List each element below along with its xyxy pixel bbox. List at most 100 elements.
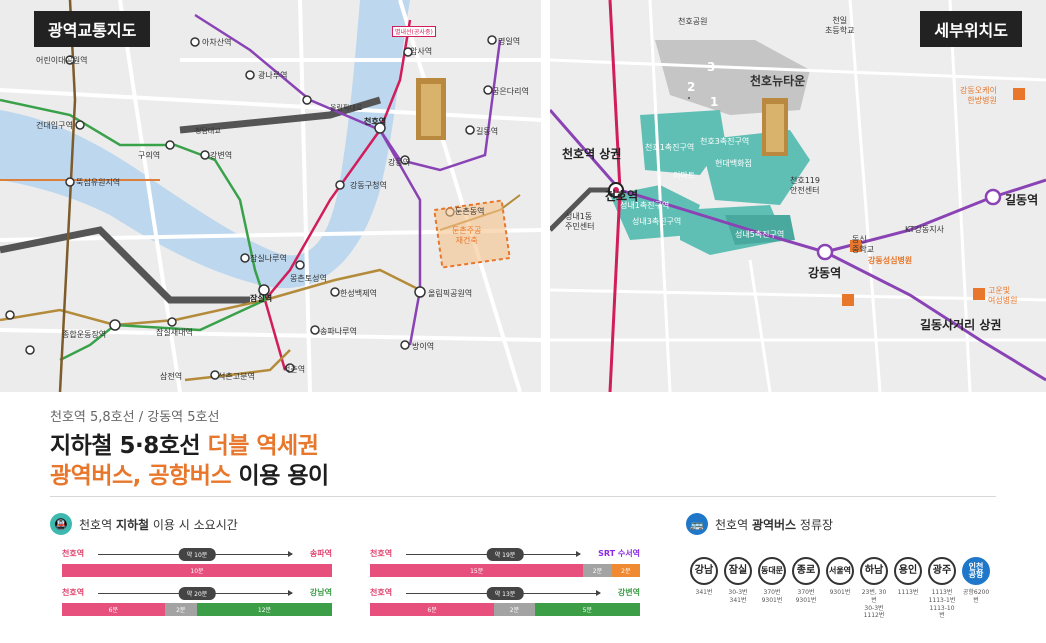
timebar-songpa: 천호역 약 10분 송파역 10분 bbox=[62, 548, 332, 577]
zone-seongnae5: 성내5촉진구역 bbox=[735, 230, 785, 239]
headline-line-2: 광역버스, 공항버스 이용 용이 bbox=[50, 456, 329, 490]
divider bbox=[50, 496, 996, 497]
station-samjeon: 삼전역 bbox=[160, 372, 183, 381]
station-dunchon: 둔촌동역 bbox=[455, 207, 485, 216]
park-label: 천호공원 bbox=[678, 17, 708, 26]
timebar-to: 강변역 bbox=[617, 588, 640, 597]
station-childrens: 어린이대공원역 bbox=[36, 56, 88, 65]
headline-2-dark: 이용 용이 bbox=[231, 463, 330, 489]
bus-destination-name: 잠실 bbox=[724, 557, 752, 585]
timebar-to: 송파역 bbox=[309, 549, 332, 558]
station-jamsilsaenae: 잠실새내역 bbox=[156, 328, 193, 337]
timebar-segment: 2분 bbox=[583, 564, 612, 577]
timebar-bar: 15분 2분 2분 bbox=[370, 564, 640, 577]
road-cheongdam: 청담대교 bbox=[195, 127, 221, 135]
station-myeongil: 명일역 bbox=[498, 37, 521, 46]
bus-routes: 370번 9301번 bbox=[761, 589, 783, 604]
station-achasan: 아차산역 bbox=[202, 38, 232, 47]
station-subtitle: 천호역 5,8호선 / 강동역 5호선 bbox=[50, 410, 220, 425]
newtown-zone-3: 3 bbox=[707, 60, 716, 74]
zone-seongnae1: 성내1촉진구역 bbox=[620, 201, 670, 210]
bus-routes: 23번, 30번 30-3번 1112번 bbox=[861, 589, 887, 620]
bus-destination-list: 강남 341번 잠실 30-3번 341번 동대문 370번 9301번 종로 … bbox=[689, 557, 991, 620]
hospital-gounbit: 고운빛 여성병원 bbox=[988, 286, 1018, 305]
bus-destination-name: 강남 bbox=[690, 557, 718, 585]
station-songpanaru: 송파나루역 bbox=[320, 327, 357, 336]
timebar-total: 약 13분 bbox=[486, 587, 524, 600]
timebar-suseo: 천호역 약 19분 SRT 수서역 15분 2분 2분 bbox=[370, 548, 640, 577]
newtown-zone-2: 2 bbox=[687, 80, 696, 94]
bus-destination: 종로 370번 9301번 bbox=[791, 557, 821, 620]
bus-destination: 서울역 9301번 bbox=[825, 557, 855, 620]
station-gubeundari: 굽은다리역 bbox=[492, 87, 529, 96]
bus-routes: 1113번 bbox=[897, 589, 919, 596]
bus-section-title: 🚌 천호역 광역버스 정류장 bbox=[686, 513, 833, 535]
station-seokchongobun: 석촌고분역 bbox=[218, 372, 255, 381]
bus-title-text: 천호역 광역버스 정류장 bbox=[715, 517, 834, 532]
bus-destination-name: 종로 bbox=[792, 557, 820, 585]
bus-destination-name: 광주 bbox=[928, 557, 956, 585]
bus-routes: 370번 9301번 bbox=[795, 589, 817, 604]
zone-cheonho1: 천호1촉진구역 bbox=[645, 143, 695, 152]
bus-destination-name: 서울역 bbox=[826, 557, 854, 585]
hospital-gangdong-seongsim: 강동성심병원 bbox=[868, 256, 913, 265]
bus-destination: 잠실 30-3번 341번 bbox=[723, 557, 753, 620]
headline-2-accent: 광역버스, 공항버스 bbox=[50, 463, 232, 489]
timebar-segment: 15분 bbox=[370, 564, 584, 577]
timebar-total: 약 20분 bbox=[178, 587, 216, 600]
bus-destination: 동대문 370번 9301번 bbox=[757, 557, 787, 620]
timebar-segment: 10분 bbox=[62, 564, 332, 577]
bus-destination-name: 용인 bbox=[894, 557, 922, 585]
timebar-segment: 6분 bbox=[370, 603, 495, 616]
zone-seongnae3: 성내3촉진구역 bbox=[632, 217, 682, 226]
station-guui: 구의역 bbox=[138, 151, 161, 160]
timebar-total: 약 19분 bbox=[486, 548, 524, 561]
timebar-bar: 6분 2분 5분 bbox=[370, 603, 640, 616]
station-gildong: 길동역 bbox=[476, 127, 499, 136]
timebar-segment: 2분 bbox=[611, 564, 640, 577]
newtown-zone-1: 1 bbox=[710, 95, 719, 109]
bus-destination-name: 동대문 bbox=[758, 557, 786, 585]
road-olympic: 올림픽대로 bbox=[330, 104, 363, 112]
regional-transit-map[interactable]: 광역교통지도 아차산역 광나루역 천호역 강동역 암사역 명일역 굽은다리역 길… bbox=[0, 0, 541, 392]
bus-icon: 🚌 bbox=[686, 513, 708, 535]
bus-routes: 30-3번 341번 bbox=[728, 589, 748, 604]
station-jamsil: 잠실역 bbox=[250, 294, 273, 303]
kt-label: KT강동지사 bbox=[905, 225, 944, 234]
subway-section-title: 🚇 천호역 지하철 이용 시 소요시간 bbox=[50, 513, 238, 535]
station-olympic: 올림픽공원역 bbox=[428, 289, 473, 298]
timebar-segment: 2분 bbox=[164, 603, 197, 616]
station-mongchon: 몽촌토성역 bbox=[290, 274, 327, 283]
newtown-label: 천호뉴타운 bbox=[750, 74, 806, 88]
station-cheonho: 천호역 bbox=[364, 117, 387, 126]
subway-icon: 🚇 bbox=[50, 513, 72, 535]
station-sports: 종합운동장역 bbox=[62, 330, 107, 339]
timebar-gangnam: 천호역 약 20분 강남역 6분 2분 12분 bbox=[62, 587, 332, 616]
gildong-sageori-label: 길동사거리 상권 bbox=[920, 318, 1002, 332]
station-gwangnaru: 광나루역 bbox=[258, 71, 288, 80]
bus-destination-name: 인천 공항 bbox=[962, 557, 990, 585]
timebar-to: SRT 수서역 bbox=[598, 549, 640, 558]
bus-destination-highlight: 인천 공항 공항6200번 bbox=[961, 557, 991, 620]
station-gangbyeon: 강변역 bbox=[210, 151, 233, 160]
cheonho-area-label: 천호역 상권 bbox=[562, 147, 622, 161]
bus-destination: 하남 23번, 30번 30-3번 1112번 bbox=[859, 557, 889, 620]
subway-title-text: 천호역 지하철 이용 시 소요시간 bbox=[79, 517, 238, 532]
timebar-from: 천호역 bbox=[370, 588, 393, 597]
community-center-label: 성내1동 주민센터 bbox=[565, 212, 595, 231]
timebar-segment: 6분 bbox=[62, 603, 165, 616]
station-seokchon: 석촌역 bbox=[283, 365, 306, 374]
bus-routes: 공항6200번 bbox=[962, 589, 990, 604]
page: 광역교통지도 아차산역 광나루역 천호역 강동역 암사역 명일역 굽은다리역 길… bbox=[0, 0, 1046, 643]
byeollae-line-label: 별내선(공사중) bbox=[392, 26, 436, 37]
bus-routes: 341번 bbox=[695, 589, 713, 596]
detail-location-map[interactable]: 세부위치도 천호역 상권 천호역 강동역 길동역 길동사거리 상권 천호뉴타운 … bbox=[550, 0, 1046, 392]
gildong-station-label: 길동역 bbox=[1005, 193, 1039, 207]
timebar-total: 약 10분 bbox=[178, 548, 216, 561]
station-konkuk: 건대입구역 bbox=[36, 121, 73, 130]
station-amsa: 암사역 bbox=[410, 47, 433, 56]
station-hansung: 한성백제역 bbox=[340, 289, 377, 298]
fire-station-label: 천호119 안전센터 bbox=[790, 176, 820, 195]
emart-label: 이마트 bbox=[673, 171, 696, 180]
middle-school-label: 동신 중학교 bbox=[852, 235, 875, 254]
